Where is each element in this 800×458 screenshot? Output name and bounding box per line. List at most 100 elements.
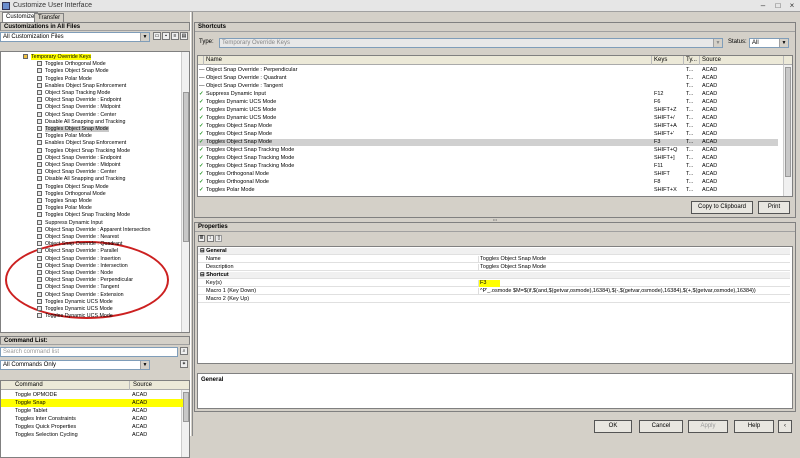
col-keys[interactable]: Keys: [652, 56, 684, 65]
shortcut-row[interactable]: ✓ Suppress Dynamic Input F12 T... ACAD: [198, 91, 778, 98]
tree-item[interactable]: Toggles Object Snap Mode: [1, 184, 182, 191]
ok-button[interactable]: OK: [594, 420, 632, 433]
shortcut-row[interactable]: ✓ Toggles Orthogonal Mode F8 T... ACAD: [198, 179, 778, 186]
tree-item[interactable]: Object Snap Override : Endpoint: [1, 97, 182, 104]
tree-item[interactable]: Object Snap Override : Center: [1, 112, 182, 119]
status-select[interactable]: All ▼: [749, 38, 789, 48]
tree-item[interactable]: Object Snap Override : Insertion: [1, 256, 182, 263]
tree-item[interactable]: Toggles Object Snap Mode: [1, 126, 182, 133]
shortcuts-scrollbar[interactable]: [783, 65, 792, 196]
command-row[interactable]: Toggle Snap ACAD: [1, 399, 183, 407]
tree-item[interactable]: Toggles Object Snap Mode: [1, 68, 182, 75]
command-row[interactable]: Toggle Tablet ACAD: [1, 407, 183, 415]
sort-alpha-icon[interactable]: ↕: [206, 235, 214, 242]
tree-item[interactable]: Enables Object Snap Enforcement: [1, 140, 182, 147]
save-icon[interactable]: ▪: [162, 32, 170, 40]
open-file-icon[interactable]: ▭: [153, 32, 161, 40]
property-category[interactable]: ⊟ Shortcut: [198, 272, 790, 279]
type-select[interactable]: Temporary Override Keys ▼: [219, 38, 723, 48]
command-row[interactable]: Toggles Quick Properties ACAD: [1, 423, 183, 431]
shortcut-row[interactable]: ✓ Toggles Orthogonal Mode SHIFT T... ACAD: [198, 171, 778, 178]
shortcut-row[interactable]: ✓ Toggles Object Snap Tracking Mode SHIFT+…: [198, 147, 778, 154]
tree-item[interactable]: Object Snap Override : Node: [1, 270, 182, 277]
list-view-icon[interactable]: ≡: [171, 32, 179, 40]
chevron-down-icon[interactable]: ▼: [140, 33, 149, 41]
property-row[interactable]: Name Toggles Object Snap Mode: [198, 256, 790, 263]
shortcut-row[interactable]: — Object Snap Override : Tangent T... ACAD: [198, 83, 778, 90]
tree-item[interactable]: Object Snap Override : Center: [1, 169, 182, 176]
search-command-input[interactable]: Search command list: [0, 347, 178, 357]
tree-view-icon[interactable]: ▤: [180, 32, 188, 40]
col-name[interactable]: Name: [204, 56, 652, 65]
property-pages-icon[interactable]: ▯: [215, 235, 223, 242]
property-row[interactable]: Key(s) F3: [198, 280, 790, 287]
tree-item[interactable]: Object Snap Override : Intersection: [1, 263, 182, 270]
tree-item[interactable]: Toggles Snap Mode: [1, 198, 182, 205]
shortcut-row[interactable]: ✓ Toggles Object Snap Tracking Mode F11 T..…: [198, 163, 778, 170]
minimize-icon[interactable]: –: [756, 1, 770, 11]
property-value[interactable]: ^P'_.osmode $M=$(if,$(and,$(getvar,osmod…: [478, 288, 788, 295]
command-list[interactable]: Command Source Toggle OPMODE ACAD Toggle S…: [0, 380, 190, 458]
tree-item[interactable]: Toggles Orthogonal Mode: [1, 61, 182, 68]
shortcut-row[interactable]: ✓ Toggles Dynamic UCS Mode F6 T... ACAD: [198, 99, 778, 106]
tab-transfer[interactable]: Transfer: [34, 13, 65, 22]
command-filter-select[interactable]: All Commands Only ▼: [0, 360, 150, 370]
tree-item[interactable]: Object Snap Override : Apparent Intersec…: [1, 227, 182, 234]
collapse-button[interactable]: ‹: [778, 420, 792, 433]
col-source[interactable]: Source: [700, 56, 784, 65]
command-row[interactable]: Toggles Selection Cycling ACAD: [1, 431, 183, 439]
col-source[interactable]: Source: [129, 381, 152, 390]
tree-item[interactable]: Toggles Dynamic UCS Mode: [1, 299, 182, 306]
shortcut-row[interactable]: ✓ Toggles Polar Mode SHIFT+X T... ACAD: [198, 187, 778, 194]
tree-item[interactable]: Toggles Polar Mode: [1, 205, 182, 212]
col-command[interactable]: Command: [15, 381, 43, 390]
tree-item[interactable]: Object Snap Override : Endpoint: [1, 155, 182, 162]
property-row[interactable]: Description Toggles Object Snap Mode: [198, 264, 790, 271]
tab-customize[interactable]: Customize: [2, 12, 39, 22]
tree-item[interactable]: Object Snap Override : Tangent: [1, 284, 182, 291]
cancel-button[interactable]: Cancel: [639, 420, 683, 433]
property-row[interactable]: Macro 1 (Key Down) ^P'_.osmode $M=$(if,$(…: [198, 288, 790, 295]
tree-item[interactable]: Toggles Object Snap Tracking Mode: [1, 212, 182, 219]
tree-item[interactable]: Toggles Polar Mode: [1, 76, 182, 83]
command-row[interactable]: Toggles Inter Constraints ACAD: [1, 415, 183, 423]
close-icon[interactable]: ×: [785, 1, 799, 11]
tree-item[interactable]: Object Snap Override : Perpendicular: [1, 277, 182, 284]
tree-scrollbar[interactable]: [181, 52, 189, 332]
tree-item[interactable]: Toggles Polar Mode: [1, 133, 182, 140]
properties-grid[interactable]: ⊟ General Name Toggles Object Snap Mode Des…: [197, 246, 793, 364]
property-value[interactable]: F3: [478, 280, 500, 287]
tree-item[interactable]: Temporary Override Keys: [1, 54, 182, 61]
help-button[interactable]: Help: [734, 420, 774, 433]
search-icon[interactable]: ⌕: [180, 347, 188, 355]
property-value[interactable]: Toggles Object Snap Mode: [478, 264, 788, 271]
shortcut-row[interactable]: ✓ Toggles Dynamic UCS Mode SHIFT+Z T... ACAD: [198, 107, 778, 114]
shortcuts-grid[interactable]: Name Keys Ty... Source — Object Snap Over…: [197, 55, 793, 197]
customization-files-select[interactable]: All Customization Files ▼: [0, 32, 150, 42]
shortcut-row[interactable]: ✓ Toggles Dynamic UCS Mode SHIFT+/ T... ACAD: [198, 115, 778, 122]
property-value[interactable]: Toggles Object Snap Mode: [478, 256, 788, 263]
tree-item[interactable]: Enables Object Snap Enforcement: [1, 83, 182, 90]
tree-item[interactable]: Object Snap Override : Quadrant: [1, 241, 182, 248]
chevron-down-icon[interactable]: ▼: [779, 39, 788, 47]
tree-item[interactable]: Object Snap Override : Extension: [1, 292, 182, 299]
categorized-icon[interactable]: ≣: [198, 235, 205, 242]
tree-item[interactable]: Object Snap Override : Parallel: [1, 248, 182, 255]
tree-item[interactable]: Object Snap Override : Midpoint: [1, 104, 182, 111]
tree-item[interactable]: Object Snap Tracking Mode: [1, 90, 182, 97]
tree-item[interactable]: Disable All Snapping and Tracking: [1, 119, 182, 126]
tree-item[interactable]: Toggles Dynamic UCS Mode: [1, 306, 182, 313]
chevron-down-icon[interactable]: ▼: [713, 39, 722, 47]
copy-to-clipboard-button[interactable]: Copy to Clipboard: [691, 201, 753, 214]
tree-scrollbar-thumb[interactable]: [183, 92, 189, 242]
tree-item[interactable]: Toggles Dynamic UCS Mode: [1, 313, 182, 320]
shortcut-row[interactable]: ✓ Toggles Object Snap Mode F3 T... ACAD: [198, 139, 778, 146]
maximize-icon[interactable]: □: [771, 1, 785, 11]
tree-item[interactable]: Toggles Orthogonal Mode: [1, 191, 182, 198]
print-button[interactable]: Print: [758, 201, 790, 214]
command-row[interactable]: Toggle OPMODE ACAD: [1, 391, 183, 399]
new-command-icon[interactable]: ✶: [180, 360, 188, 368]
shortcut-row[interactable]: ✓ Toggles Object Snap Mode SHIFT+' T... ACAD: [198, 131, 778, 138]
property-row[interactable]: Macro 2 (Key Up): [198, 296, 790, 303]
customizations-tree[interactable]: Temporary Override Keys Toggles Orthogona…: [0, 51, 190, 333]
